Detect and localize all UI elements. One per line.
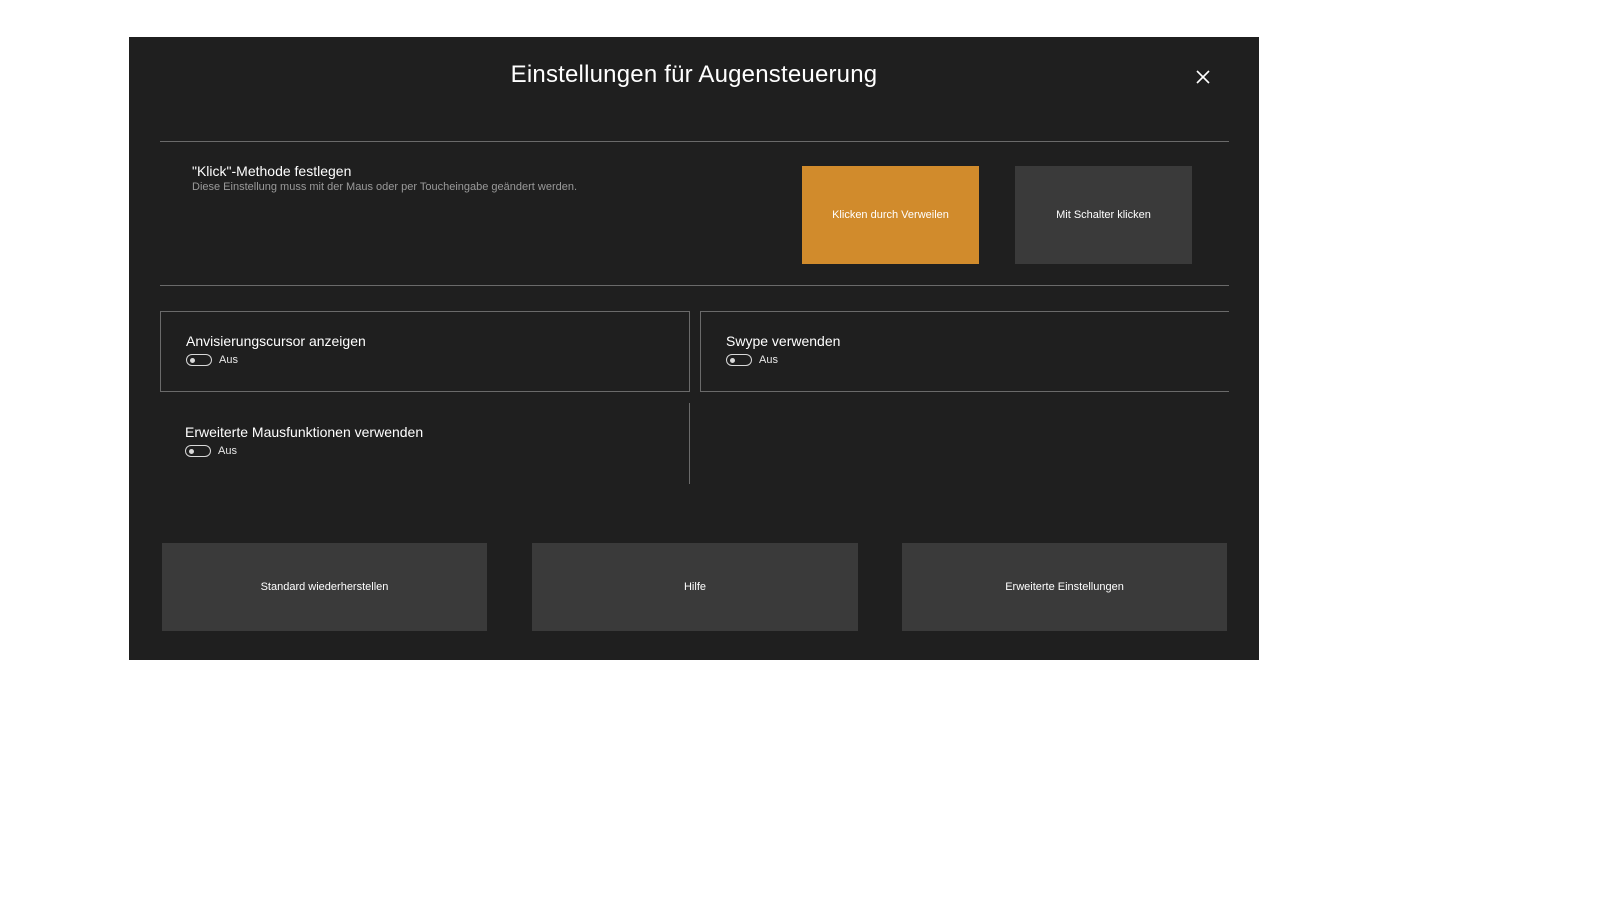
click-method-heading: "Klick"-Methode festlegen bbox=[192, 163, 352, 179]
switch-click-button[interactable]: Mit Schalter klicken bbox=[1015, 166, 1192, 264]
advanced-settings-button[interactable]: Erweiterte Einstellungen bbox=[902, 543, 1227, 631]
setting-advanced-mouse: Erweiterte Mausfunktionen verwenden Aus bbox=[160, 403, 690, 484]
setting-swype: Swype verwenden Aus bbox=[700, 311, 1229, 392]
dialog-title: Einstellungen für Augensteuerung bbox=[510, 61, 878, 88]
divider bbox=[160, 141, 1229, 142]
advanced-mouse-toggle[interactable] bbox=[185, 445, 211, 457]
click-method-description: Diese Einstellung muss mit der Maus oder… bbox=[192, 181, 578, 193]
eye-control-settings-dialog: Einstellungen für Augensteuerung "Klick"… bbox=[129, 37, 1259, 660]
setting-gaze-cursor: Anvisierungscursor anzeigen Aus bbox=[160, 311, 690, 392]
gaze-cursor-toggle[interactable] bbox=[186, 354, 212, 366]
click-method-section: "Klick"-Methode festlegen Diese Einstell… bbox=[192, 163, 577, 193]
close-icon bbox=[1196, 70, 1210, 84]
advanced-mouse-state: Aus bbox=[218, 445, 237, 457]
help-button[interactable]: Hilfe bbox=[532, 543, 858, 631]
divider bbox=[160, 285, 1229, 286]
dwell-click-button[interactable]: Klicken durch Verweilen bbox=[802, 166, 979, 264]
advanced-mouse-label: Erweiterte Mausfunktionen verwenden bbox=[185, 424, 424, 440]
restore-defaults-button[interactable]: Standard wiederherstellen bbox=[162, 543, 487, 631]
gaze-cursor-state: Aus bbox=[219, 354, 238, 366]
swype-toggle[interactable] bbox=[726, 354, 752, 366]
gaze-cursor-label: Anvisierungscursor anzeigen bbox=[186, 333, 366, 349]
close-button[interactable] bbox=[1189, 63, 1217, 91]
swype-state: Aus bbox=[759, 354, 778, 366]
swype-label: Swype verwenden bbox=[726, 333, 841, 349]
